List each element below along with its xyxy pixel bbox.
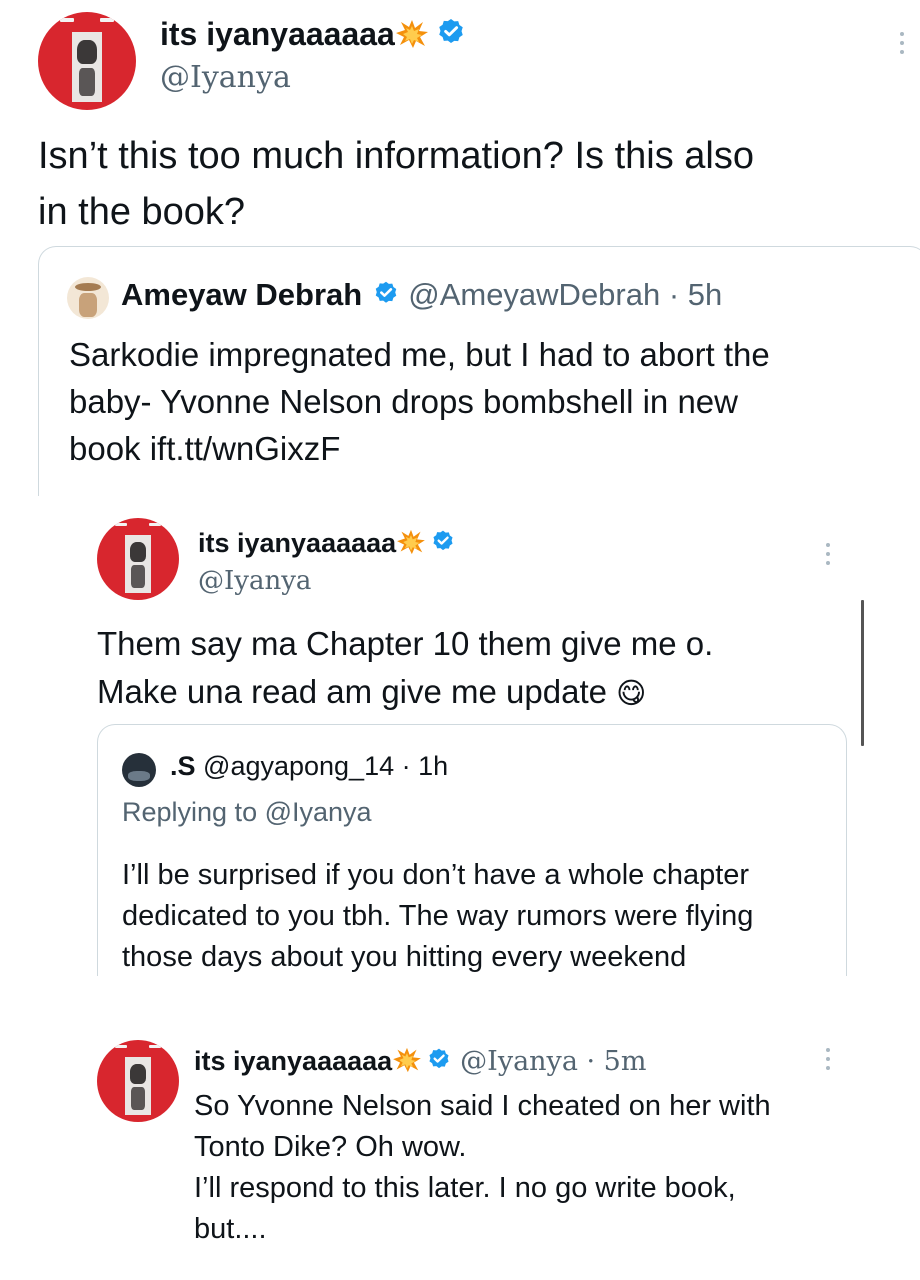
face-savoring-food-emoji: 😋 [616, 678, 647, 710]
more-icon[interactable] [825, 543, 831, 565]
verified-badge-icon [439, 18, 463, 43]
quoted-name[interactable]: .S [170, 751, 196, 781]
quoted-meta: .S @agyapong_14 · 1h [170, 751, 448, 782]
explosion-icon [397, 530, 426, 555]
quoted-handle[interactable]: @AmeyawDebrah · 5h [408, 277, 722, 312]
avatar-ameyaw [67, 277, 109, 319]
avatar-photo [125, 1057, 151, 1115]
quoted-handle[interactable]: @agyapong_14 · 1h [203, 751, 448, 781]
author-name-text: its iyanyaaaaaa [160, 16, 395, 52]
tweet-text: So Yvonne Nelson said I cheated on her w… [194, 1090, 771, 1245]
avatar-tag [60, 18, 74, 22]
avatar-iyanya-1[interactable] [38, 12, 136, 110]
author-name[interactable]: its iyanyaaaaaa [194, 1046, 392, 1076]
quoted-tweet[interactable]: Ameyaw Debrah @AmeyawDebrah · 5h Sarkodie… [38, 246, 920, 496]
more-icon[interactable] [825, 1048, 831, 1070]
avatar-iyanya-3[interactable] [97, 1040, 179, 1122]
tweet-text: Them say ma Chapter 10 them give me o. M… [97, 620, 857, 718]
quoted-text: I’ll be surprised if you don’t have a wh… [122, 859, 754, 973]
avatar-tag [149, 1045, 161, 1048]
avatar-agyapong [122, 753, 156, 787]
author-handle[interactable]: @Iyanya · 5m [460, 1046, 646, 1077]
verified-badge-icon [375, 281, 397, 303]
avatar-photo [72, 32, 102, 102]
explosion-icon [395, 19, 428, 48]
author-handle[interactable]: @Iyanya [198, 566, 311, 596]
verified-badge-icon [433, 530, 453, 550]
avatar-tag [115, 523, 127, 526]
avatar-photo [125, 535, 151, 593]
author-meta: its iyanyaaaaaa @Iyanya · 5m [194, 1046, 646, 1077]
verified-badge-icon [429, 1048, 449, 1068]
quoted-text: Sarkodie impregnated me, but I had to ab… [69, 336, 770, 467]
avatar-tag [149, 523, 161, 526]
tweet-text: Isn’t this too much information? Is this… [38, 135, 754, 233]
avatar-tag [100, 18, 114, 22]
quoted-meta: Ameyaw Debrah @AmeyawDebrah · 5h [121, 277, 722, 313]
explosion-icon [393, 1048, 422, 1073]
avatar-tag [115, 1045, 127, 1048]
author-name[interactable]: its iyanyaaaaaa [160, 16, 467, 53]
author-name[interactable]: its iyanyaaaaaa [198, 528, 456, 559]
scrollbar[interactable] [861, 600, 864, 746]
author-handle[interactable]: @Iyanya [160, 60, 291, 95]
author-name-text: its iyanyaaaaaa [198, 528, 397, 558]
replying-to[interactable]: Replying to @Iyanya [122, 797, 372, 828]
quoted-tweet[interactable]: .S @agyapong_14 · 1h Replying to @Iyanya… [97, 724, 847, 976]
more-icon[interactable] [899, 32, 905, 54]
quoted-name[interactable]: Ameyaw Debrah [121, 277, 362, 312]
avatar-iyanya-2[interactable] [97, 518, 179, 600]
